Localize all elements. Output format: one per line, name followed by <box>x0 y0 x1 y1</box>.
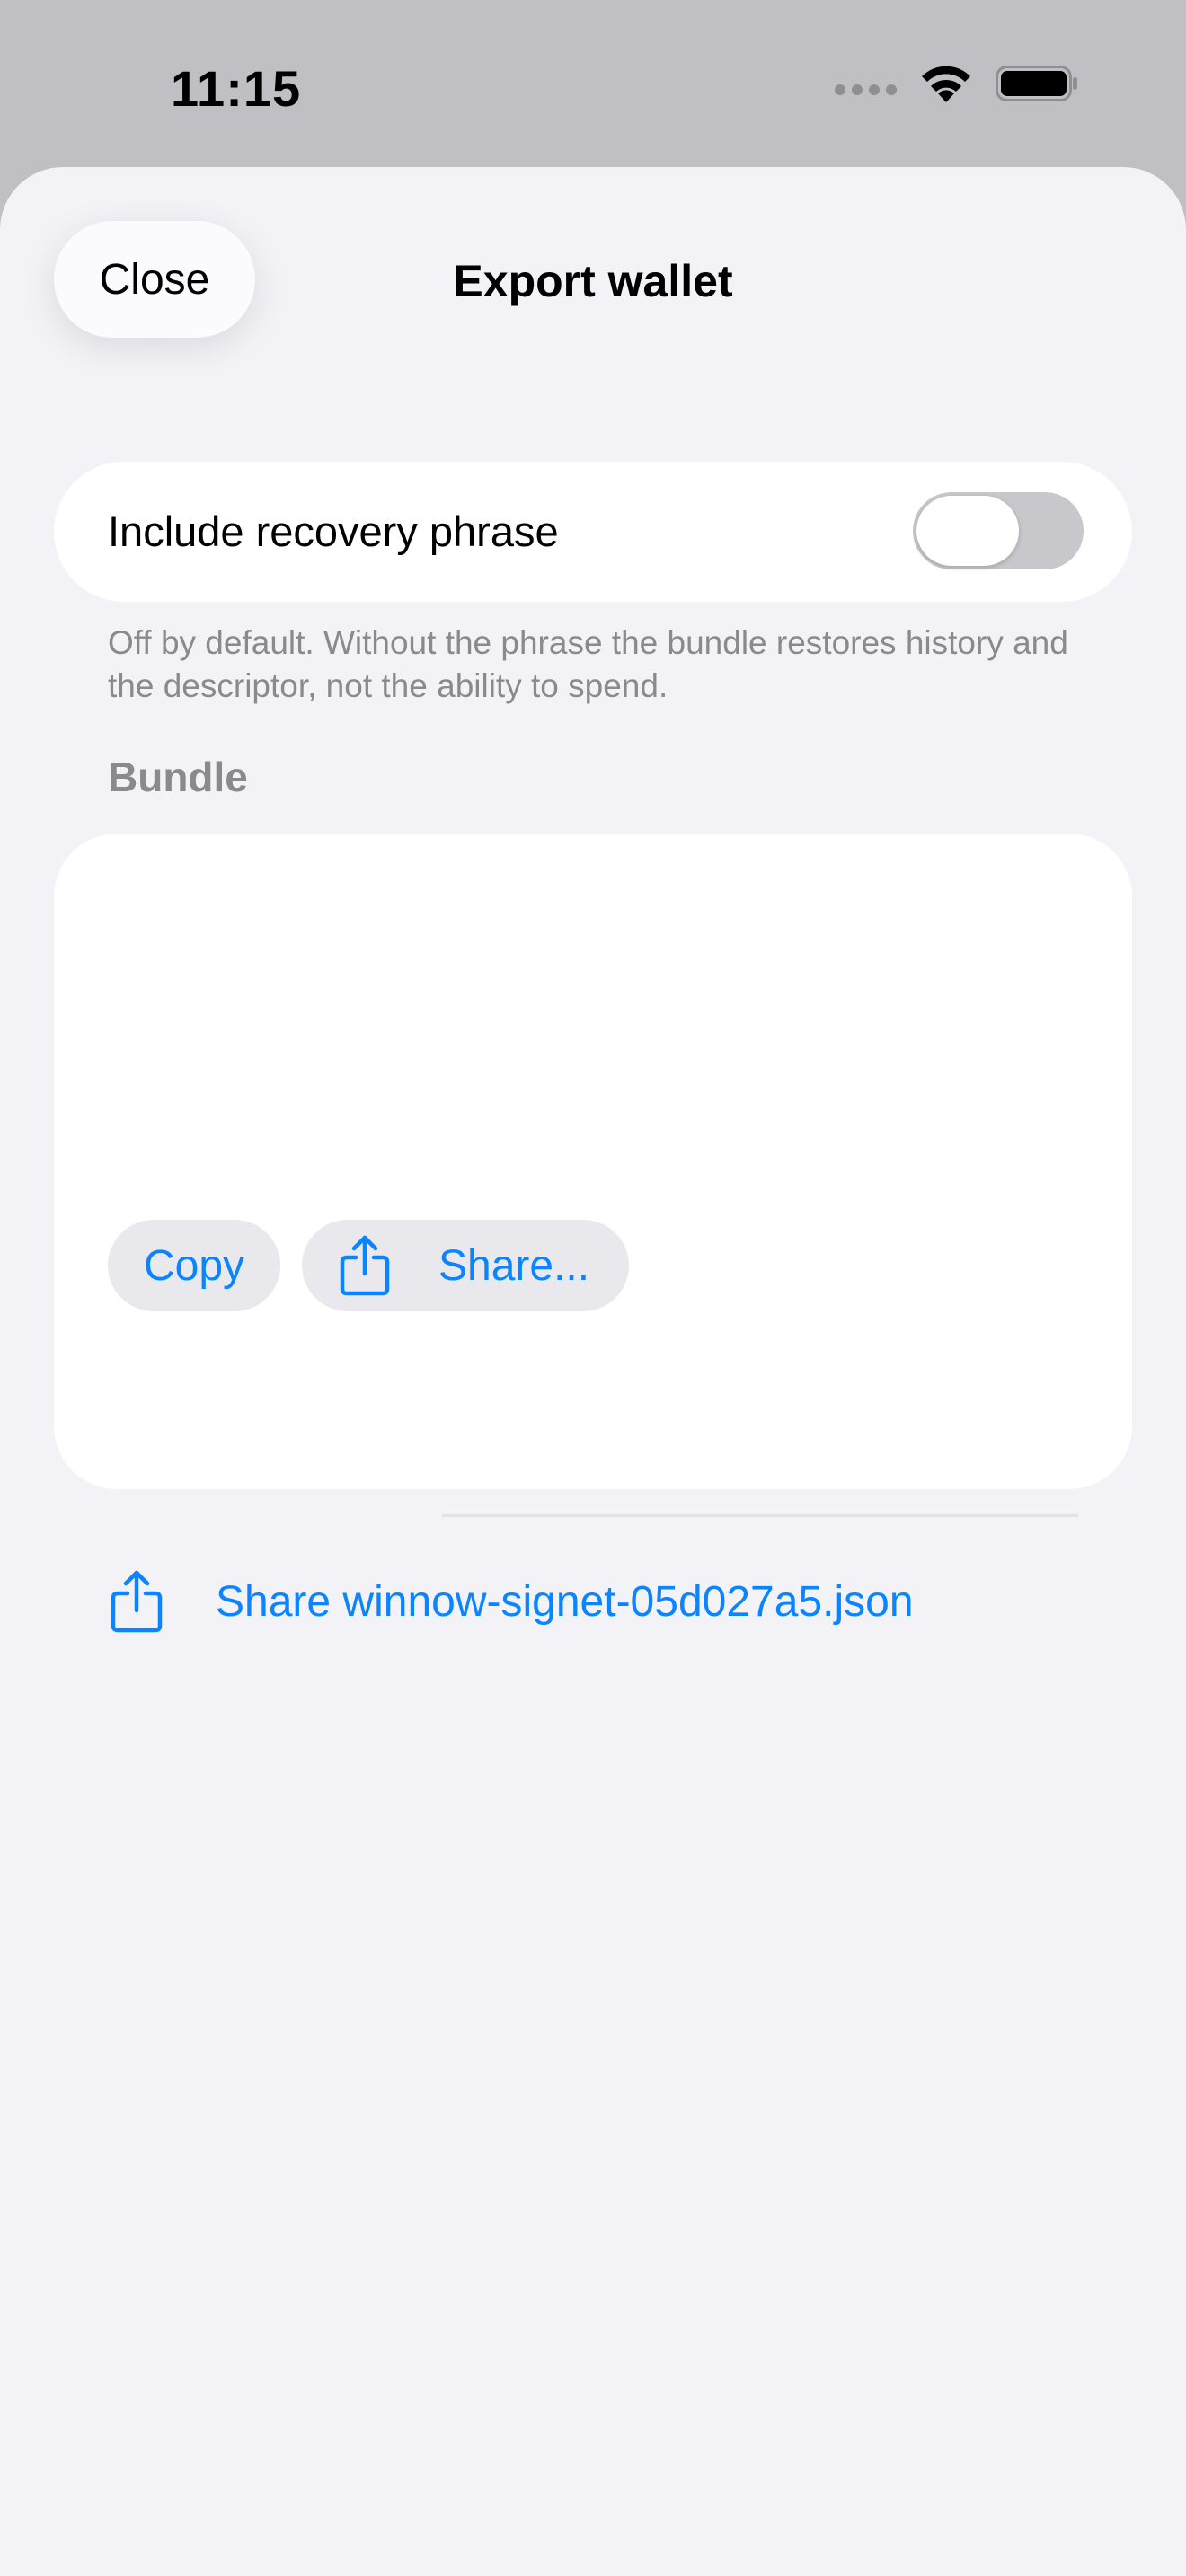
share-file-label: Share winnow-signet-05d027a5.json <box>216 1577 914 1626</box>
battery-icon <box>996 66 1077 101</box>
recovery-phrase-toggle[interactable] <box>913 492 1084 569</box>
divider <box>442 1514 1078 1517</box>
recovery-phrase-row: Include recovery phrase <box>54 462 1132 602</box>
cellular-signal-icon <box>835 84 897 95</box>
toggle-knob <box>916 496 1019 566</box>
share-file-row[interactable]: Share winnow-signet-05d027a5.json <box>108 1552 914 1651</box>
export-wallet-sheet: Close Export wallet Include recovery phr… <box>0 167 1186 2576</box>
share-button[interactable]: Share... <box>302 1220 629 1311</box>
share-button-label: Share... <box>438 1241 590 1290</box>
recovery-phrase-label: Include recovery phrase <box>108 507 559 555</box>
status-time: 11:15 <box>171 60 302 117</box>
share-icon <box>340 1235 390 1296</box>
share-icon <box>111 1570 163 1633</box>
bundle-card: Copy Share... Share winnow-signet-05d027… <box>54 834 1132 1633</box>
status-bar: 11:15 <box>0 0 1186 167</box>
status-indicators <box>835 63 1078 104</box>
sheet-title: Export wallet <box>453 256 733 306</box>
bundle-section-header: Bundle <box>108 754 248 800</box>
recovery-phrase-footnote: Off by default. Without the phrase the b… <box>108 624 1068 704</box>
wifi-icon <box>922 66 970 102</box>
copy-button[interactable]: Copy <box>108 1220 280 1311</box>
